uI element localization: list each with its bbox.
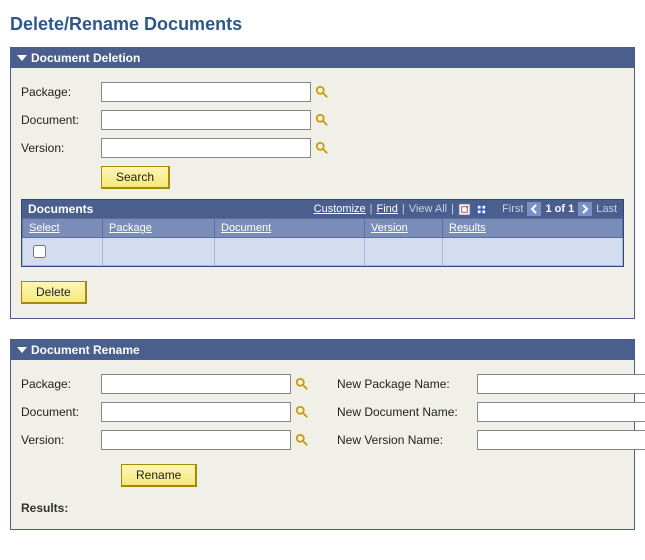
document-deletion-title: Document Deletion xyxy=(31,51,140,65)
rename-version-input[interactable] xyxy=(101,430,291,450)
documents-table: Select Package Document Version Results xyxy=(22,218,623,266)
table-row xyxy=(23,238,623,266)
rename-package-lookup-icon[interactable] xyxy=(295,377,309,391)
grid-download-icon[interactable] xyxy=(475,203,488,216)
document-deletion-header[interactable]: Document Deletion xyxy=(11,48,634,68)
new-package-label: New Package Name: xyxy=(337,377,477,391)
version-label: Version: xyxy=(21,141,101,155)
grid-next-icon[interactable] xyxy=(578,202,592,216)
document-lookup-icon[interactable] xyxy=(315,113,329,127)
grid-prev-icon[interactable] xyxy=(527,202,541,216)
new-version-label: New Version Name: xyxy=(337,433,477,447)
new-document-input[interactable] xyxy=(477,402,645,422)
results-label: Results: xyxy=(21,501,624,515)
collapse-icon xyxy=(17,55,27,61)
rename-package-label: Package: xyxy=(21,377,101,391)
delete-button[interactable]: Delete xyxy=(21,281,87,304)
new-package-input[interactable] xyxy=(477,374,645,394)
search-button[interactable]: Search xyxy=(101,166,170,189)
rename-version-label: Version: xyxy=(21,433,101,447)
row-version xyxy=(365,238,443,266)
col-package[interactable]: Package xyxy=(109,222,152,234)
rename-button[interactable]: Rename xyxy=(121,464,197,487)
new-version-input[interactable] xyxy=(477,430,645,450)
rename-version-lookup-icon[interactable] xyxy=(295,433,309,447)
col-select[interactable]: Select xyxy=(29,222,60,234)
document-deletion-section: Document Deletion Package: Document: Ver… xyxy=(10,47,635,319)
rename-package-input[interactable] xyxy=(101,374,291,394)
grid-first[interactable]: First xyxy=(502,203,523,215)
col-results[interactable]: Results xyxy=(449,222,486,234)
grid-find-link[interactable]: Find xyxy=(377,203,398,215)
row-document xyxy=(215,238,365,266)
row-results xyxy=(443,238,623,266)
rename-document-lookup-icon[interactable] xyxy=(295,405,309,419)
new-document-label: New Document Name: xyxy=(337,405,477,419)
grid-range: 1 of 1 xyxy=(545,203,574,215)
grid-view-all[interactable]: View All xyxy=(409,203,447,215)
row-package xyxy=(103,238,215,266)
document-rename-title: Document Rename xyxy=(31,343,140,357)
col-version[interactable]: Version xyxy=(371,222,408,234)
grid-title: Documents xyxy=(28,202,93,216)
grid-customize-link[interactable]: Customize xyxy=(314,203,366,215)
package-label: Package: xyxy=(21,85,101,99)
package-lookup-icon[interactable] xyxy=(315,85,329,99)
document-rename-header[interactable]: Document Rename xyxy=(11,340,634,360)
grid-last[interactable]: Last xyxy=(596,203,617,215)
document-input[interactable] xyxy=(101,110,311,130)
collapse-icon xyxy=(17,347,27,353)
grid-zoom-icon[interactable] xyxy=(458,203,471,216)
row-select-checkbox[interactable] xyxy=(33,245,46,258)
rename-document-input[interactable] xyxy=(101,402,291,422)
version-input[interactable] xyxy=(101,138,311,158)
document-label: Document: xyxy=(21,113,101,127)
rename-document-label: Document: xyxy=(21,405,101,419)
page-title: Delete/Rename Documents xyxy=(10,14,635,35)
package-input[interactable] xyxy=(101,82,311,102)
document-rename-section: Document Rename Package: Document: xyxy=(10,339,635,530)
documents-grid: Documents Customize | Find | View All | xyxy=(21,199,624,267)
version-lookup-icon[interactable] xyxy=(315,141,329,155)
col-document[interactable]: Document xyxy=(221,222,271,234)
